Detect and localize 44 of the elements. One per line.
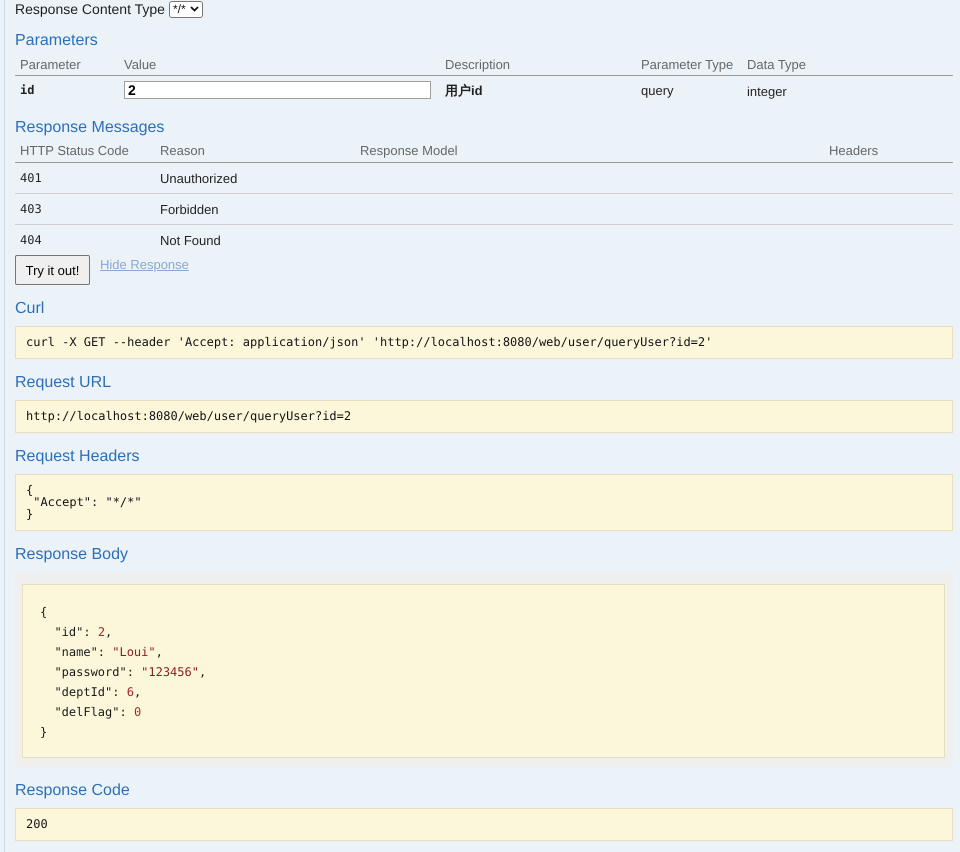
column-header: Reason [159, 142, 206, 160]
table-cell: 404 [20, 232, 42, 248]
code-line: curl -X GET --header 'Accept: application/json' 'http://localhost:8080/web/user/queryUser?id=2' [26, 336, 712, 349]
section-heading: Response Body [15, 545, 129, 564]
code-line: "password": "123456", [53, 664, 206, 681]
code-line: { [26, 484, 34, 496]
code-line: } [26, 508, 34, 520]
content-type-select[interactable]: */* [168, 0, 203, 18]
content-type-label: Response Content Type [15, 0, 165, 18]
chevron-down-icon [190, 6, 199, 12]
table-cell: 401 [20, 170, 42, 186]
section-heading: Response Code [15, 781, 131, 800]
table-cell: Not Found [160, 232, 221, 248]
column-header: Description [444, 56, 512, 74]
table-cell: query [641, 82, 674, 98]
table-cell: 403 [20, 202, 42, 216]
code-line: } [40, 724, 48, 741]
column-header: HTTP Status Code [19, 142, 130, 160]
code-line: { [40, 604, 48, 621]
try-it-out-button[interactable]: Try it out! [15, 255, 90, 285]
column-header: Data Type [746, 56, 808, 74]
column-header: Parameter [19, 56, 82, 74]
table-cell: 用户id [445, 82, 483, 98]
column-header: Headers [828, 142, 880, 160]
table-cell: integer [747, 84, 787, 99]
code-line: "id": 2, [53, 624, 112, 641]
code-line: "Accept": "*/*" [32, 496, 142, 508]
code-line: "delFlag": 0 [53, 704, 142, 721]
table-cell: Forbidden [160, 202, 219, 216]
value-input[interactable]: 2 [124, 81, 431, 99]
section-heading: Parameters [15, 31, 99, 50]
table-cell: id [20, 82, 34, 98]
code-line: 200 [26, 818, 48, 831]
column-header: Value [123, 56, 158, 74]
section-heading: Request Headers [15, 447, 141, 466]
section-heading: Response Messages [15, 118, 166, 137]
code-line: http://localhost:8080/web/user/queryUser?id=2 [26, 410, 352, 423]
section-heading: Request URL [15, 373, 112, 392]
code-line: "deptId": 6, [53, 684, 142, 701]
section-heading: Curl [15, 299, 46, 318]
column-header: Response Model [359, 142, 459, 160]
code-line: "name": "Loui", [53, 644, 163, 661]
column-header: Parameter Type [640, 56, 734, 74]
table-cell: Unauthorized [160, 170, 238, 186]
